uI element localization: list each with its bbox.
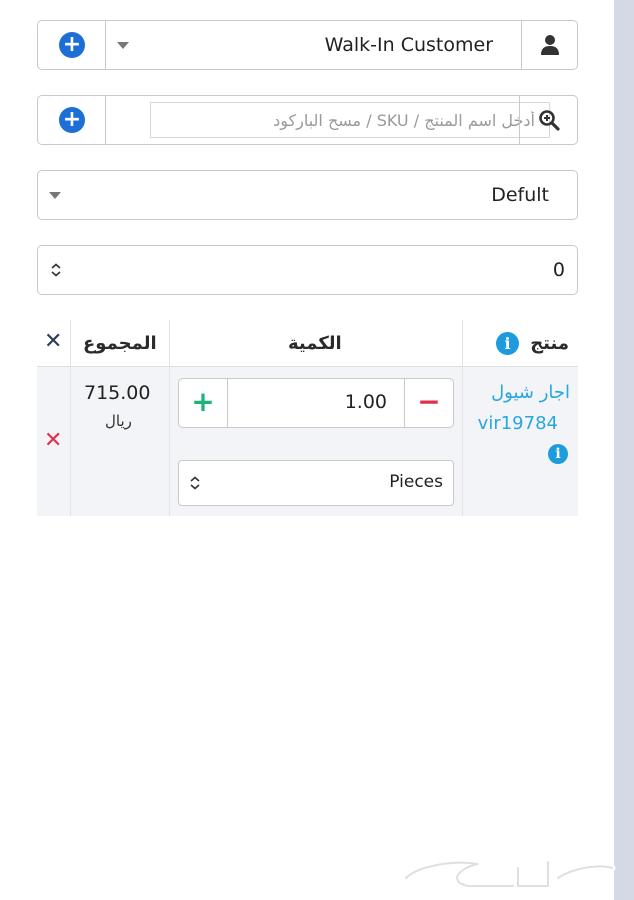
remove-row-button[interactable]: ✕	[44, 430, 62, 452]
search-addon	[519, 96, 577, 144]
plus-circle-icon: +	[59, 107, 85, 133]
product-name-link[interactable]: اجار شيول	[491, 382, 570, 403]
sort-updown-icon	[51, 263, 61, 277]
customer-value: Walk-In Customer	[324, 34, 493, 56]
header-quantity: الكمية	[288, 333, 342, 354]
add-customer-button[interactable]: +	[38, 21, 106, 69]
search-plus-icon	[539, 110, 560, 131]
customer-select-group: + Walk-In Customer	[37, 20, 578, 70]
price-group-value: Defult	[491, 184, 549, 206]
sort-updown-icon	[190, 476, 200, 490]
unit-select[interactable]: Pieces	[178, 460, 454, 506]
column-divider	[169, 320, 170, 516]
number-select[interactable]: 0	[37, 245, 578, 295]
cart-table: ✕ المجموع الكمية منتج i ✕ 715.00 ريال + …	[37, 320, 578, 516]
row-currency: ريال	[105, 412, 132, 430]
price-group-select[interactable]: Defult	[37, 170, 578, 220]
column-divider	[462, 320, 463, 516]
header-product: منتج	[530, 333, 569, 354]
add-product-button[interactable]: +	[38, 96, 106, 144]
info-circle-icon[interactable]: i	[496, 332, 519, 355]
haraj-watermark-logo	[402, 858, 616, 890]
right-scroll-gutter	[614, 0, 634, 900]
customer-select[interactable]: Walk-In Customer	[106, 21, 521, 69]
header-total: المجموع	[83, 333, 157, 354]
plus-circle-icon: +	[59, 32, 85, 58]
product-sku-link[interactable]: vir19784	[478, 413, 558, 434]
remove-all-button[interactable]: ✕	[44, 331, 62, 353]
caret-down-icon	[117, 42, 129, 49]
column-divider	[70, 320, 71, 516]
customer-icon-addon	[521, 21, 577, 69]
product-search-group: +	[37, 95, 578, 145]
number-value: 0	[552, 259, 565, 281]
row-total: 715.00	[84, 382, 151, 404]
decrease-quantity-button[interactable]: −	[404, 379, 453, 427]
increase-quantity-button[interactable]: +	[179, 379, 228, 427]
unit-value: Pieces	[389, 472, 443, 492]
quantity-input[interactable]: 1.00	[345, 391, 387, 413]
info-circle-icon[interactable]: i	[548, 444, 568, 464]
product-search-input[interactable]	[150, 102, 550, 138]
caret-down-icon	[49, 192, 61, 199]
user-icon	[541, 35, 559, 55]
quantity-stepper: + 1.00 −	[178, 378, 454, 428]
